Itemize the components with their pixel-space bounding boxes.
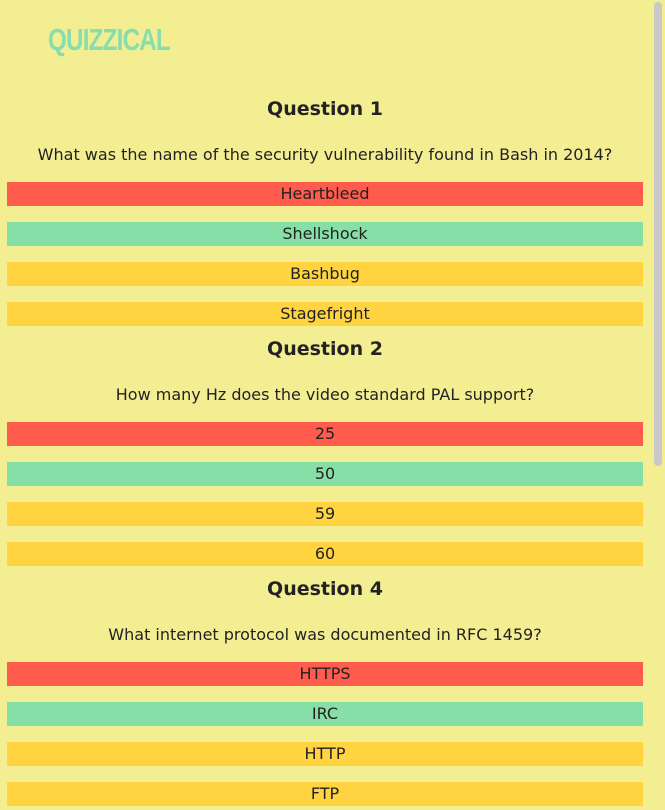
- answer-option[interactable]: HTTPS: [7, 662, 643, 686]
- quiz-page: QUIZZICAL Question 1 What was the name o…: [0, 0, 665, 810]
- answer-option[interactable]: FTP: [7, 782, 643, 806]
- answer-option[interactable]: 60: [7, 542, 643, 566]
- answer-option[interactable]: Shellshock: [7, 222, 643, 246]
- question-card: Question 1 What was the name of the secu…: [0, 96, 650, 326]
- answer-option[interactable]: 25: [7, 422, 643, 446]
- scrollbar-thumb[interactable]: [654, 2, 662, 466]
- question-text: What was the name of the security vulner…: [37, 145, 613, 164]
- question-card: Question 4 What internet protocol was do…: [0, 576, 650, 806]
- answer-option[interactable]: 50: [7, 462, 643, 486]
- app-logo: QUIZZICAL: [48, 22, 171, 57]
- question-title: Question 2: [267, 338, 383, 360]
- answer-option[interactable]: Heartbleed: [7, 182, 643, 206]
- answer-option[interactable]: Bashbug: [7, 262, 643, 286]
- questions-list: Question 1 What was the name of the secu…: [0, 96, 650, 810]
- answer-option[interactable]: IRC: [7, 702, 643, 726]
- answer-option[interactable]: Stagefright: [7, 302, 643, 326]
- answer-option[interactable]: 59: [7, 502, 643, 526]
- answer-option[interactable]: HTTP: [7, 742, 643, 766]
- question-text: How many Hz does the video standard PAL …: [115, 385, 535, 404]
- question-card: Question 2 How many Hz does the video st…: [0, 336, 650, 566]
- question-text: What internet protocol was documented in…: [108, 625, 542, 644]
- question-title: Question 1: [267, 98, 383, 120]
- question-title: Question 4: [267, 578, 383, 600]
